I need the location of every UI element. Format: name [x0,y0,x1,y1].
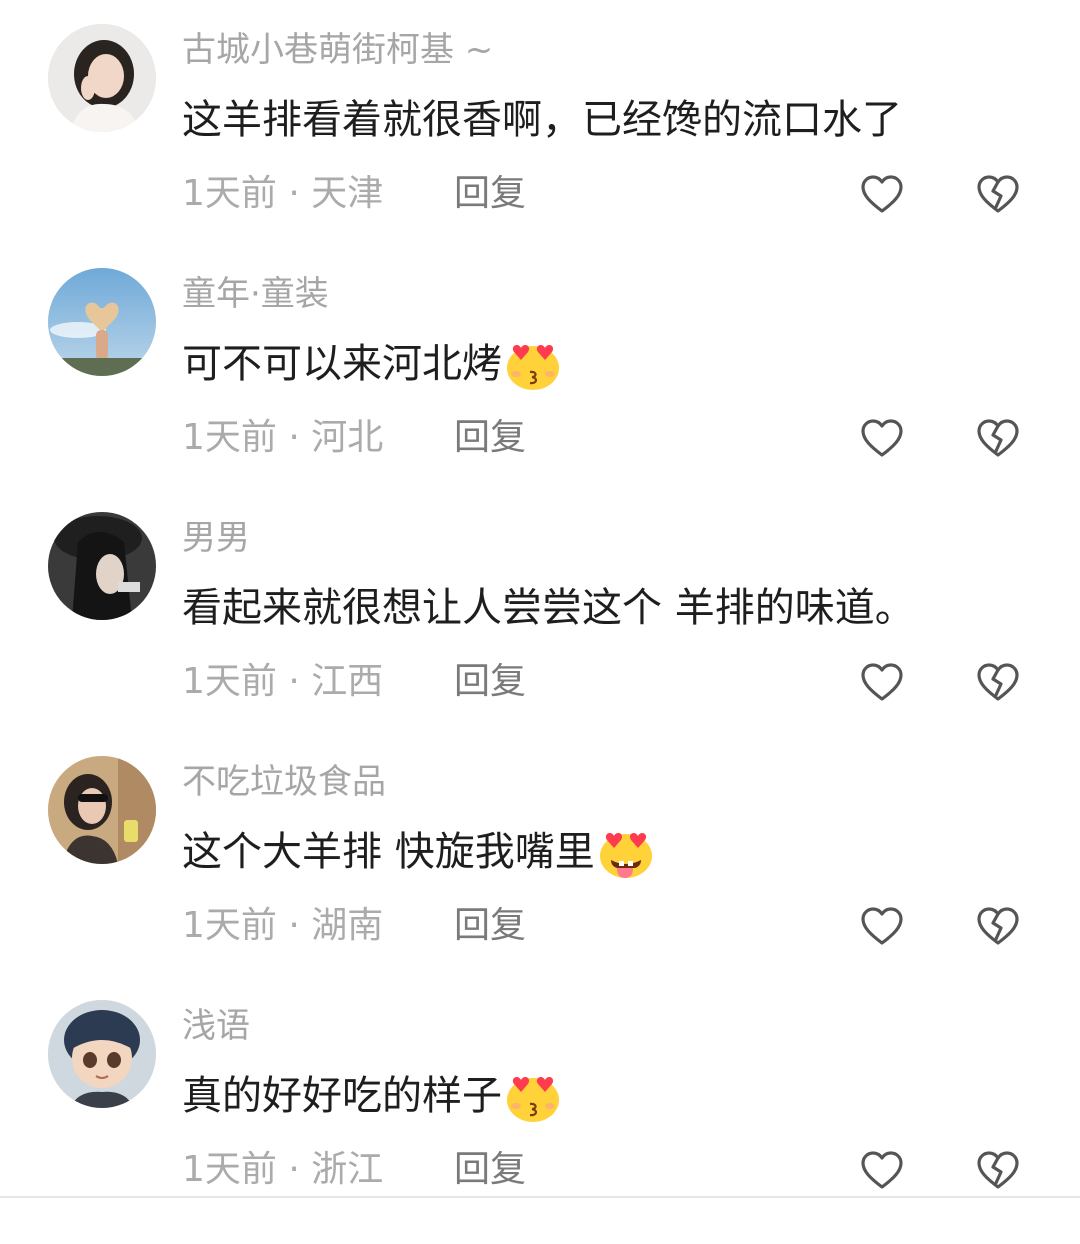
comment-username[interactable]: 古城小巷萌街柯基 ~ [182,30,493,70]
heart-outline-icon[interactable] [860,418,904,458]
comment-time: 1天前 [182,1149,277,1190]
divider [0,1196,1080,1198]
comment-username[interactable]: 童年·童装 [182,274,329,314]
comment-item: 古城小巷萌街柯基 ~ 这羊排看着就很香啊，已经馋的流口水了 1天前 · 天津 回… [0,24,1080,268]
comment-meta: 1天前 · 河北 [182,416,383,460]
comment-item: 浅语 真的好好吃的样子 1天前 · 浙江 回复 [0,1000,1080,1244]
heart-outline-icon[interactable] [860,1150,904,1190]
reply-button[interactable]: 回复 [454,660,526,704]
comment-item: 男男 看起来就很想让人尝尝这个 羊排的味道。 1天前 · 江西 回复 [0,512,1080,756]
comment-location: 河北 [311,417,384,458]
comment-item: 童年·童装 可不可以来河北烤 1天前 · 河北 回复 [0,268,1080,512]
comment-text: 这羊排看着就很香啊，已经馋的流口水了 [182,92,902,148]
comment-location: 湖南 [311,905,384,946]
comment-text-content: 这个大羊排 快旋我嘴里 [182,829,595,875]
meta-separator: · [276,905,312,946]
reply-button[interactable]: 回复 [454,904,526,948]
comment-text: 可不可以来河北烤 [182,336,562,392]
avatar[interactable] [48,268,156,376]
comment-text: 看起来就很想让人尝尝这个 羊排的味道。 [182,580,915,636]
comment-text: 真的好好吃的样子 [182,1068,562,1124]
comment-meta: 1天前 · 天津 [182,172,383,216]
meta-separator: · [276,661,312,702]
comment-text-content: 真的好好吃的样子 [182,1073,502,1119]
comment-time: 1天前 [182,173,277,214]
heart-outline-icon[interactable] [860,662,904,702]
reply-button[interactable]: 回复 [454,1148,526,1192]
comment-meta: 1天前 · 江西 [182,660,383,704]
comment-username[interactable]: 浅语 [182,1006,250,1046]
comment-location: 天津 [311,173,384,214]
comment-username[interactable]: 男男 [182,518,250,558]
meta-separator: · [276,417,312,458]
comment-text: 这个大羊排 快旋我嘴里 [182,824,655,880]
avatar[interactable] [48,1000,156,1108]
meta-separator: · [276,173,312,214]
comment-item: 不吃垃圾食品 这个大羊排 快旋我嘴里 1天前 · 湖南 回复 [0,756,1080,1000]
heart-eyes-kiss-emoji [507,1077,559,1122]
heart-outline-icon[interactable] [860,906,904,946]
broken-heart-icon[interactable] [976,906,1020,946]
comment-text-content: 这羊排看着就很香啊，已经馋的流口水了 [182,97,902,143]
broken-heart-icon[interactable] [976,418,1020,458]
comment-username[interactable]: 不吃垃圾食品 [182,762,386,802]
heart-eyes-tongue-emoji [599,833,652,878]
reply-button[interactable]: 回复 [454,172,526,216]
avatar[interactable] [48,512,156,620]
comment-text-content: 可不可以来河北烤 [182,341,502,387]
comment-text-content: 看起来就很想让人尝尝这个 羊排的味道。 [182,585,915,631]
heart-outline-icon[interactable] [860,174,904,214]
comment-location: 浙江 [311,1149,384,1190]
heart-eyes-kiss-emoji [507,345,559,390]
broken-heart-icon[interactable] [976,1150,1020,1190]
comment-meta: 1天前 · 浙江 [182,1148,383,1192]
comment-location: 江西 [311,661,384,702]
meta-separator: · [276,1149,312,1190]
broken-heart-icon[interactable] [976,174,1020,214]
comment-time: 1天前 [182,661,277,702]
reply-button[interactable]: 回复 [454,416,526,460]
comment-time: 1天前 [182,417,277,458]
broken-heart-icon[interactable] [976,662,1020,702]
avatar[interactable] [48,756,156,864]
comment-meta: 1天前 · 湖南 [182,904,383,948]
comment-time: 1天前 [182,905,277,946]
avatar[interactable] [48,24,156,132]
